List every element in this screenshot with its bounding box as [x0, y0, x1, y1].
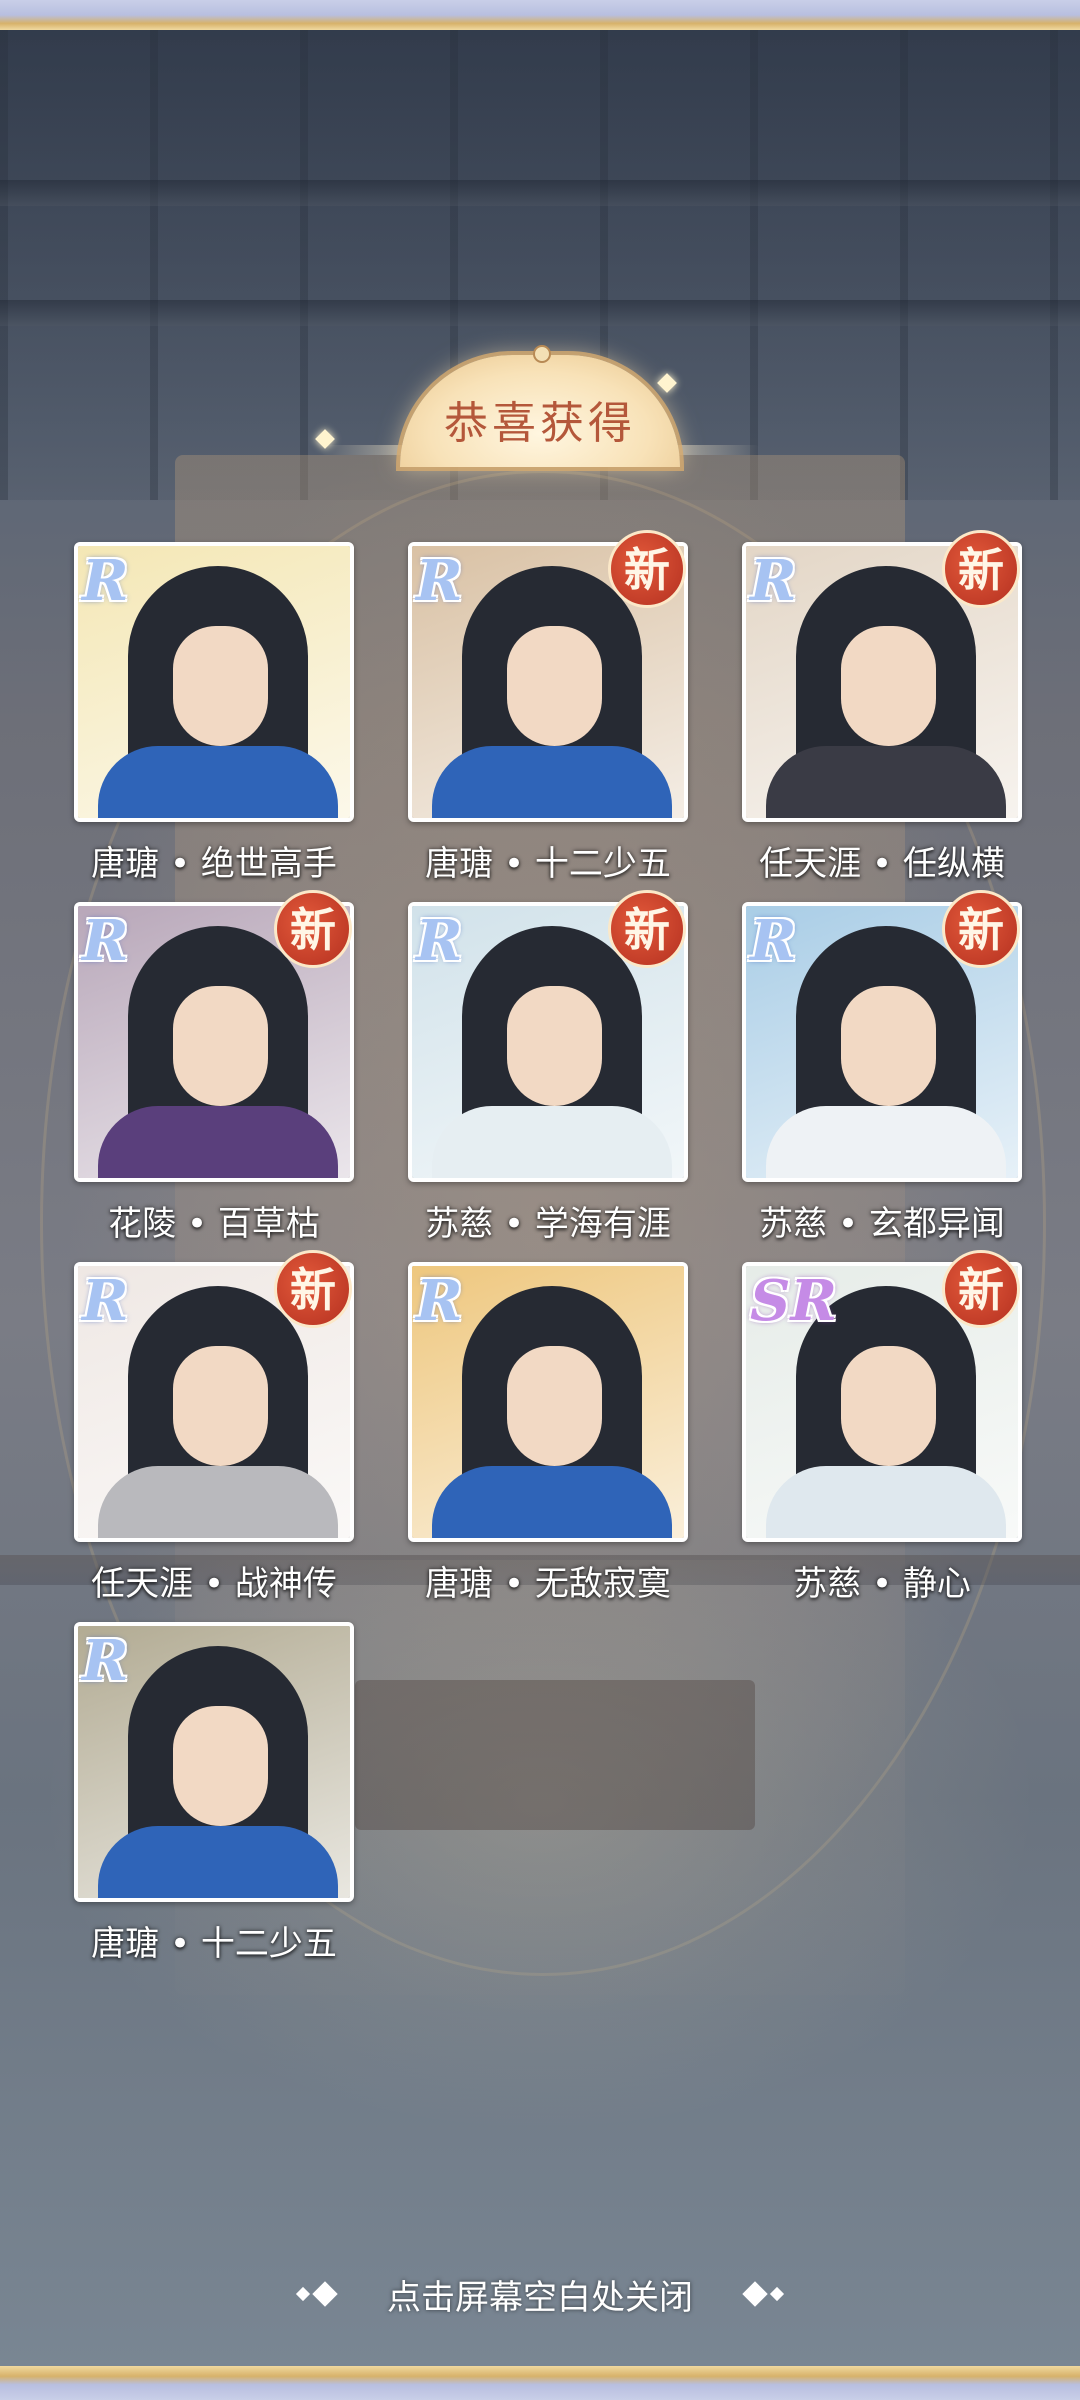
portrait-robe [766, 746, 1006, 818]
banner-title: 恭喜获得 [444, 398, 636, 449]
portrait-robe [766, 1106, 1006, 1178]
portrait-face [841, 986, 936, 1106]
card-label: 唐瑭 • 十二少五 [425, 844, 671, 884]
rarity-badge: R [82, 1628, 129, 1694]
reward-screen[interactable]: 恭喜获得 R 唐瑭 • 绝世高手 R 新唐瑭 • 十二少五 R 新任天涯 • 任纵横 R 新花… [0, 0, 1080, 2400]
banner-knob [533, 345, 551, 363]
rarity-badge: SR [750, 1268, 837, 1334]
background-beam [0, 180, 1080, 206]
background-beam [0, 300, 1080, 326]
card-label: 唐瑭 • 绝世高手 [91, 844, 337, 884]
new-badge: 新 [608, 530, 686, 608]
rarity-badge: R [416, 1268, 463, 1334]
card-label: 花陵 • 百草枯 [108, 1204, 320, 1244]
new-badge: 新 [274, 1250, 352, 1328]
portrait-robe [432, 1466, 672, 1538]
portrait-robe [98, 1466, 338, 1538]
portrait-face [173, 626, 268, 746]
card-label: 任天涯 • 任纵横 [759, 844, 1005, 884]
new-badge: 新 [942, 890, 1020, 968]
portrait-face [841, 1346, 936, 1466]
portrait-face [173, 986, 268, 1106]
rarity-badge: R [416, 548, 463, 614]
rarity-badge: R [750, 548, 797, 614]
card-label: 唐瑭 • 十二少五 [91, 1924, 337, 1964]
bottom-border [0, 2366, 1080, 2400]
new-badge: 新 [942, 1250, 1020, 1328]
portrait-robe [766, 1466, 1006, 1538]
portrait-robe [98, 746, 338, 818]
rarity-badge: R [82, 908, 129, 974]
new-badge: 新 [274, 890, 352, 968]
new-badge: 新 [608, 890, 686, 968]
portrait-face [507, 626, 602, 746]
reward-card[interactable]: R [74, 542, 354, 822]
card-label: 苏慈 • 玄都异闻 [759, 1204, 1005, 1244]
portrait-robe [98, 1826, 338, 1898]
close-hint[interactable]: 点击屏幕空白处关闭 [0, 2270, 1080, 2320]
card-label: 唐瑭 • 无敌寂寞 [425, 1564, 671, 1604]
portrait-face [173, 1346, 268, 1466]
portrait-face [173, 1706, 268, 1826]
top-border [0, 0, 1080, 30]
background-desk [355, 1680, 755, 1830]
portrait-face [507, 1346, 602, 1466]
portrait-robe [432, 1106, 672, 1178]
portrait-face [841, 626, 936, 746]
rarity-badge: R [82, 548, 129, 614]
title-banner: 恭喜获得 [320, 345, 760, 475]
new-badge: 新 [942, 530, 1020, 608]
portrait-robe [98, 1106, 338, 1178]
rarity-badge: R [750, 908, 797, 974]
reward-card[interactable]: R [408, 1262, 688, 1542]
portrait-robe [432, 746, 672, 818]
portrait-face [507, 986, 602, 1106]
rarity-badge: R [82, 1268, 129, 1334]
card-label: 苏慈 • 学海有涯 [425, 1204, 671, 1244]
card-label: 任天涯 • 战神传 [91, 1564, 337, 1604]
card-label: 苏慈 • 静心 [793, 1564, 971, 1604]
rarity-badge: R [416, 908, 463, 974]
reward-card[interactable]: R [74, 1622, 354, 1902]
